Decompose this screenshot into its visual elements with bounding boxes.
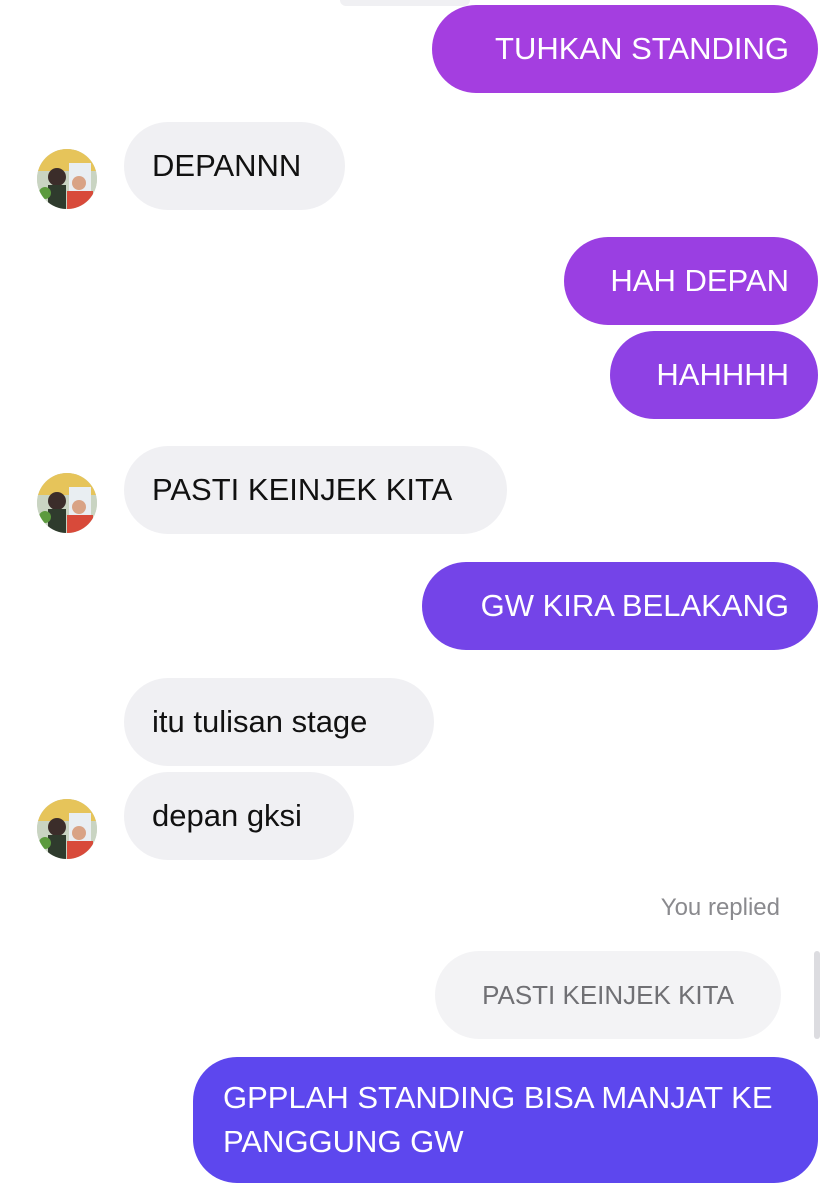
message-text: GW KIRA BELAKANG [480,588,789,623]
quoted-message[interactable]: PASTI KEINJEK KITA [435,951,781,1039]
avatar-image [37,149,97,209]
outgoing-reply-message[interactable]: GPPLAH STANDING BISA MANJAT KE PANGGUNG … [193,1057,818,1183]
outgoing-message[interactable]: TUHKAN STANDING [432,5,818,93]
message-text: HAHHHH [656,357,789,392]
avatar-image [37,799,97,859]
contact-avatar-icon[interactable] [37,799,97,859]
outgoing-message[interactable]: GW KIRA BELAKANG [422,562,818,650]
previous-message-fragment [340,0,470,6]
incoming-message[interactable]: itu tulisan stage [124,678,434,766]
avatar-image [37,473,97,533]
message-text: itu tulisan stage [152,704,368,739]
outgoing-message[interactable]: HAHHHH [610,331,818,419]
incoming-message[interactable]: depan gksi [124,772,354,860]
you-replied-label: You replied [660,894,780,921]
contact-avatar-icon[interactable] [37,149,97,209]
quoted-text: PASTI KEINJEK KITA [482,979,734,1010]
message-text: PASTI KEINJEK KITA [152,472,453,507]
contact-avatar-icon[interactable] [37,473,97,533]
message-text: depan gksi [152,798,302,833]
message-text: GPPLAH STANDING BISA MANJAT KE PANGGUNG … [223,1080,773,1159]
outgoing-message[interactable]: HAH DEPAN [564,237,818,325]
chat-thread: TUHKAN STANDING DEPANNN HAH DEPAN HAHHHH [0,0,835,1200]
message-text: HAH DEPAN [610,263,789,298]
incoming-message[interactable]: DEPANNN [124,122,345,210]
message-text: DEPANNN [152,148,302,183]
incoming-message[interactable]: PASTI KEINJEK KITA [124,446,507,534]
reply-indicator-bar [814,951,820,1039]
message-text: TUHKAN STANDING [495,31,789,66]
